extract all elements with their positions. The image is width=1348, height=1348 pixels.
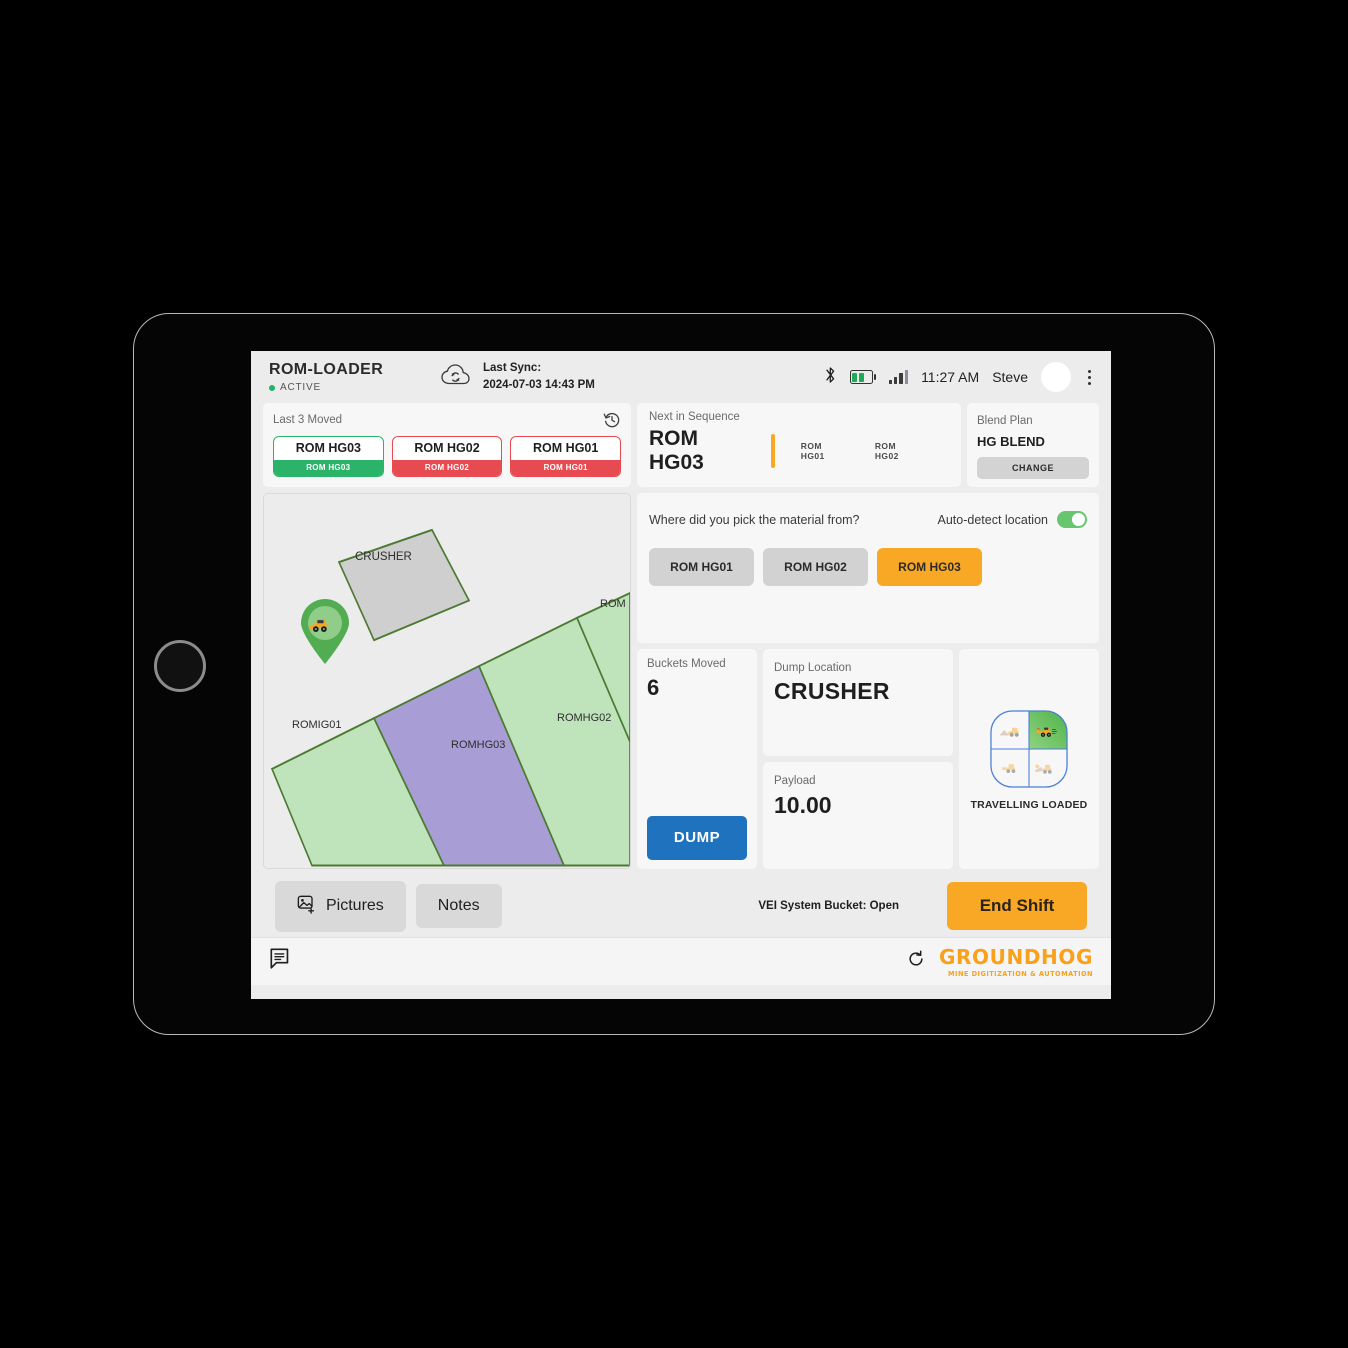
message-icon[interactable] — [269, 947, 293, 976]
main-content: Last 3 Moved ROM HG03 ROM HG03 ROM HG02 … — [251, 403, 1111, 937]
pick-option-rom-hg03[interactable]: ROM HG03 — [877, 548, 982, 586]
sequence-divider — [771, 434, 775, 468]
notes-label: Notes — [437, 897, 480, 914]
queue-item: ROM HG01 — [800, 441, 825, 461]
auto-detect-toggle[interactable] — [1057, 511, 1087, 528]
site-map[interactable]: CRUSHER ROMIG01 ROMHG03 ROMHG02 ROM — [263, 493, 631, 869]
avatar[interactable] — [1041, 362, 1071, 392]
pick-location-header: Where did you pick the material from? Au… — [649, 511, 1087, 528]
status-dot-icon — [269, 384, 275, 391]
blend-plan-value: HG BLEND — [977, 434, 1045, 449]
action-bar: Pictures Notes VEI System Bucket: Open E… — [263, 875, 1099, 937]
bottom-bar: GROUNDHOG MINE DIGITIZATION & AUTOMATION — [251, 937, 1111, 985]
list-item[interactable]: ROM HG01 ROM HG01 — [510, 436, 622, 477]
last-sync-block: Last Sync: 2024-07-03 14:43 PM — [441, 360, 595, 393]
change-blend-plan-button[interactable]: CHANGE — [977, 457, 1089, 479]
map-zone-label: ROMHG02 — [557, 712, 612, 724]
right-column: Where did you pick the material from? Au… — [637, 493, 1099, 869]
brand-logo: GROUNDHOG MINE DIGITIZATION & AUTOMATION — [907, 945, 1093, 978]
moved-title: ROM HG03 — [295, 441, 361, 455]
blend-plan-label: Blend Plan — [977, 415, 1033, 427]
payload-card: Payload 10.00 — [763, 762, 953, 869]
map-zone-label: ROMIG01 — [292, 719, 342, 731]
sync-time: 2024-07-03 14:43 PM — [483, 379, 595, 391]
app-screen: ROM-LOADER ACTIVE Last Sync: 2024-07-03 … — [251, 351, 1111, 999]
logo-main: GROUNDHOG — [939, 945, 1093, 969]
last-3-moved-label: Last 3 Moved — [273, 414, 343, 426]
moved-title: ROM HG02 — [414, 441, 480, 455]
buckets-moved-value: 6 — [647, 675, 660, 700]
map-zone-label: ROM — [600, 598, 626, 610]
logo-tagline: MINE DIGITIZATION & AUTOMATION — [948, 970, 1093, 978]
auto-detect-block: Auto-detect location — [937, 511, 1087, 528]
pick-option-rom-hg02[interactable]: ROM HG02 — [763, 548, 868, 586]
payload-value: 10.00 — [774, 792, 832, 818]
list-item[interactable]: ROM HG03 ROM HG03 — [273, 436, 384, 477]
loader-location-pin[interactable] — [297, 599, 353, 670]
moved-sub: ROM HG03 — [274, 460, 383, 476]
notes-button[interactable]: Notes — [415, 884, 502, 928]
app-header: ROM-LOADER ACTIVE Last Sync: 2024-07-03 … — [251, 351, 1111, 403]
dump-location-value: CRUSHER — [774, 678, 890, 704]
next-in-sequence-body: ROM HG03 ROM HG01 ROM HG02 — [649, 427, 949, 475]
moved-title: ROM HG01 — [533, 441, 599, 455]
battery-icon — [849, 370, 876, 384]
pick-option-rom-hg01[interactable]: ROM HG01 — [649, 548, 754, 586]
status-icons: 11:27 AM Steve — [824, 362, 1096, 392]
brand-block: ROM-LOADER ACTIVE — [269, 361, 441, 393]
pick-location-question: Where did you pick the material from? — [649, 512, 860, 527]
next-in-sequence-value: ROM HG03 — [649, 427, 704, 474]
bluetooth-icon — [824, 366, 837, 389]
machine-state-label: TRAVELLING LOADED — [970, 798, 1088, 811]
tablet-device: ROM-LOADER ACTIVE Last Sync: 2024-07-03 … — [133, 313, 1215, 1035]
last-3-header: Last 3 Moved — [273, 411, 621, 429]
machine-state-card[interactable]: TRAVELLING LOADED — [959, 649, 1099, 869]
next-in-sequence-card: Next in Sequence ROM HG03 ROM HG01 ROM H… — [637, 403, 961, 487]
page-title: ROM-LOADER — [269, 361, 384, 378]
pick-location-card: Where did you pick the material from? Au… — [637, 493, 1099, 643]
pick-location-options: ROM HG01 ROM HG02 ROM HG03 — [649, 548, 1087, 586]
dump-location-card: Dump Location CRUSHER — [763, 649, 953, 756]
loader-state-quadrant-icon — [990, 709, 1068, 788]
moved-sub: ROM HG01 — [511, 460, 621, 476]
vei-status: VEI System Bucket: Open — [758, 900, 899, 912]
stats-row: Buckets Moved 6 DUMP Dump Location CRUSH… — [637, 649, 1099, 869]
next-in-sequence-label: Next in Sequence — [649, 411, 740, 423]
last-3-moved-list: ROM HG03 ROM HG03 ROM HG02 ROM HG02 ROM … — [273, 436, 622, 477]
dump-button[interactable]: DUMP — [647, 816, 747, 860]
status-badge: ACTIVE — [269, 382, 441, 393]
signal-bars-icon — [888, 370, 909, 384]
dump-column: Dump Location CRUSHER Payload 10.00 — [763, 649, 953, 869]
user-name[interactable]: Steve — [992, 369, 1028, 385]
refresh-icon[interactable] — [907, 950, 925, 973]
buckets-moved-label: Buckets Moved — [647, 658, 726, 670]
last-3-moved-card: Last 3 Moved ROM HG03 ROM HG03 ROM HG02 … — [263, 403, 631, 487]
history-icon[interactable] — [603, 411, 621, 429]
auto-detect-label: Auto-detect location — [937, 512, 1049, 527]
clock: 11:27 AM — [921, 369, 980, 385]
pictures-label: Pictures — [326, 897, 384, 914]
sync-text: Last Sync: 2024-07-03 14:43 PM — [483, 360, 595, 393]
dump-location-label: Dump Location — [774, 662, 852, 674]
sync-label: Last Sync: — [483, 362, 542, 375]
list-item[interactable]: ROM HG02 ROM HG02 — [391, 436, 503, 477]
status-label: ACTIVE — [280, 382, 321, 393]
middle-row: CRUSHER ROMIG01 ROMHG03 ROMHG02 ROM Wher… — [263, 493, 1099, 869]
queue-item: ROM HG02 — [874, 441, 899, 461]
logo-text: GROUNDHOG MINE DIGITIZATION & AUTOMATION — [939, 945, 1093, 978]
pictures-button[interactable]: Pictures — [275, 880, 406, 932]
top-row: Last 3 Moved ROM HG03 ROM HG03 ROM HG02 … — [263, 403, 1099, 487]
map-zone-label: CRUSHER — [355, 551, 412, 563]
blend-plan-card: Blend Plan HG BLEND CHANGE — [967, 403, 1099, 487]
map-zone-label: ROMHG03 — [451, 739, 506, 751]
home-button[interactable] — [154, 640, 206, 692]
buckets-moved-card: Buckets Moved 6 DUMP — [637, 649, 757, 869]
kebab-menu-icon[interactable] — [1084, 368, 1095, 387]
payload-label: Payload — [774, 775, 816, 787]
moved-sub: ROM HG02 — [392, 460, 502, 476]
screen-bottom-strip — [251, 985, 1111, 999]
end-shift-button[interactable]: End Shift — [947, 882, 1087, 930]
add-picture-icon — [297, 894, 317, 919]
cloud-sync-icon[interactable] — [441, 363, 471, 391]
